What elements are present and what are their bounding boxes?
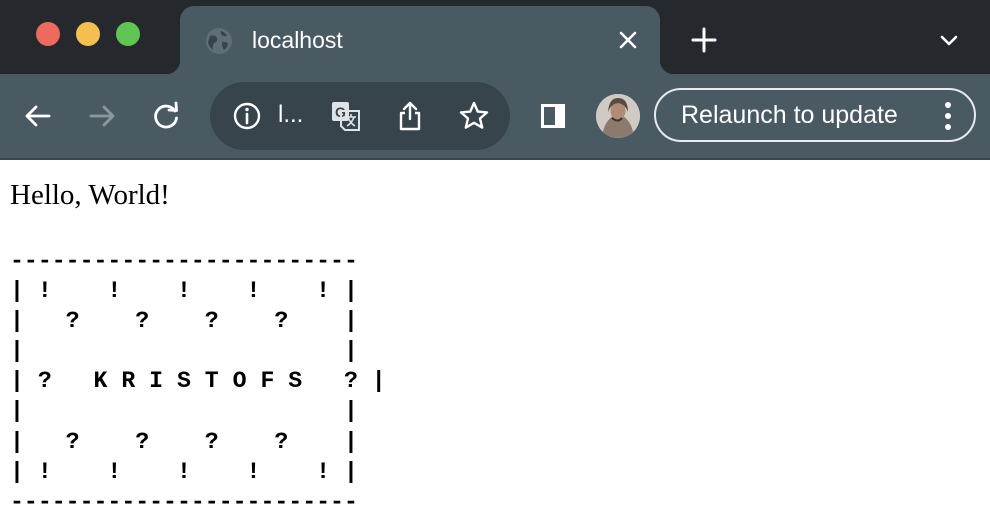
page-content: Hello, World! ------------------------- … xyxy=(0,160,990,528)
reload-icon[interactable] xyxy=(149,99,183,133)
window-zoom-button[interactable] xyxy=(116,22,140,46)
ascii-line: | ! ! ! ! ! | xyxy=(10,458,358,485)
ascii-line: | | xyxy=(10,398,358,425)
browser-chrome: localhost l... G Relaunch to update xyxy=(0,0,990,160)
relaunch-to-update-button[interactable]: Relaunch to update xyxy=(654,88,976,142)
ascii-line: ------------------------- xyxy=(10,488,358,515)
tab-title: localhost xyxy=(252,27,343,53)
kebab-menu-icon[interactable] xyxy=(938,100,958,132)
page-heading: Hello, World! xyxy=(10,179,170,211)
toolbar: l... G Relaunch to update xyxy=(0,74,990,158)
url-text[interactable]: l... xyxy=(278,100,303,130)
ascii-line: | ! ! ! ! ! | xyxy=(10,278,358,305)
ascii-art-block: ------------------------- | ! ! ! ! ! | … xyxy=(10,246,386,517)
ascii-line: | ? ? ? ? | xyxy=(10,428,358,455)
window-minimize-button[interactable] xyxy=(76,22,100,46)
ascii-line: | ? K R I S T O F S ? | xyxy=(10,368,386,395)
plus-icon[interactable] xyxy=(688,24,720,56)
tab-strip: localhost xyxy=(0,0,990,74)
arrow-right-icon[interactable] xyxy=(85,99,119,133)
close-icon[interactable] xyxy=(614,26,642,54)
ascii-line: ------------------------- xyxy=(10,248,358,274)
tab-localhost[interactable]: localhost xyxy=(166,6,674,74)
address-bar[interactable]: l... G xyxy=(210,82,510,150)
translate-icon[interactable]: G xyxy=(329,99,363,133)
avatar[interactable] xyxy=(596,94,640,138)
info-icon[interactable] xyxy=(230,99,264,133)
side-panel-icon[interactable] xyxy=(536,99,570,133)
arrow-left-icon[interactable] xyxy=(21,99,55,133)
ascii-line: | ? ? ? ? | xyxy=(10,308,358,335)
relaunch-label: Relaunch to update xyxy=(681,101,898,129)
ascii-line: | | xyxy=(10,338,358,365)
window-close-button[interactable] xyxy=(36,22,60,46)
share-icon[interactable] xyxy=(393,99,427,133)
chevron-down-icon[interactable] xyxy=(934,26,964,56)
star-icon[interactable] xyxy=(457,99,491,133)
globe-icon xyxy=(206,28,232,54)
